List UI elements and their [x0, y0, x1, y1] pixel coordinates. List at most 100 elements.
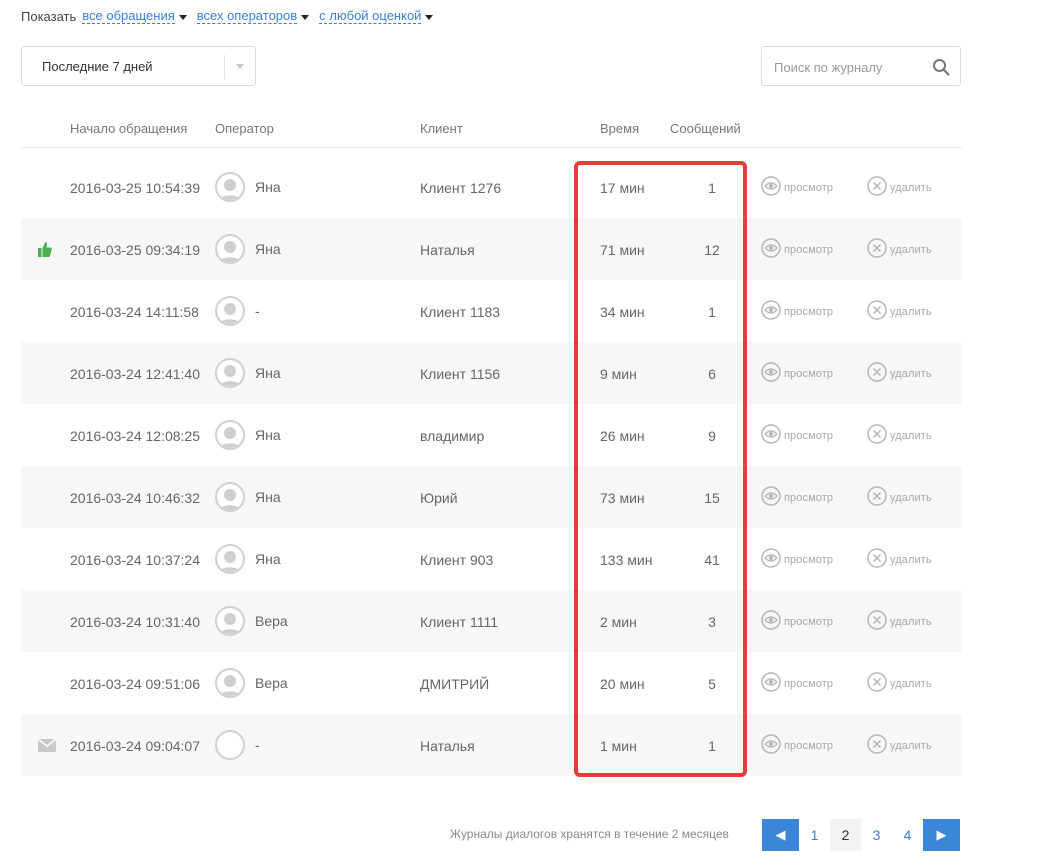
delete-label[interactable]: удалить: [890, 616, 932, 628]
operator-filter-dropdown[interactable]: всех операторов: [196, 8, 298, 24]
column-time[interactable]: Время: [600, 121, 639, 136]
column-operator[interactable]: Оператор: [215, 121, 274, 136]
eye-icon[interactable]: [761, 176, 781, 199]
eye-icon[interactable]: [761, 548, 781, 571]
view-button[interactable]: просмотр: [761, 300, 833, 323]
table-row[interactable]: 2016-03-24 12:41:40 Яна Клиент 1156 9 мин 6 п…: [21, 342, 962, 404]
view-button[interactable]: просмотр: [761, 176, 833, 199]
search-icon[interactable]: [932, 58, 950, 79]
delete-button[interactable]: удалить: [867, 238, 932, 261]
delete-label[interactable]: удалить: [890, 306, 932, 318]
close-icon[interactable]: [867, 734, 887, 757]
column-start[interactable]: Начало обращения: [70, 121, 187, 136]
page-4-link[interactable]: 4: [892, 819, 923, 851]
delete-label[interactable]: удалить: [890, 182, 932, 194]
column-client[interactable]: Клиент: [420, 121, 463, 136]
caret-down-icon[interactable]: [301, 14, 310, 20]
delete-label[interactable]: удалить: [890, 740, 932, 752]
view-label[interactable]: просмотр: [784, 554, 833, 566]
close-icon[interactable]: [867, 486, 887, 509]
caret-down-icon[interactable]: [425, 14, 434, 20]
table-row[interactable]: 2016-03-24 10:31:40 Вера Клиент 1111 2 мин 3…: [21, 590, 962, 652]
table-row[interactable]: 2016-03-24 09:04:07 - Наталья 1 мин 1 просмот…: [21, 714, 962, 776]
duration-cell: 34 мин: [600, 304, 645, 320]
next-page-button[interactable]: ▶: [923, 819, 960, 851]
view-button[interactable]: просмотр: [761, 486, 833, 509]
operator-avatar: [215, 234, 245, 264]
messages-count-cell: 3: [708, 614, 716, 630]
delete-label[interactable]: удалить: [890, 492, 932, 504]
request-filter-dropdown[interactable]: все обращения: [82, 8, 175, 24]
table-row[interactable]: 2016-03-24 14:11:58 - Клиент 1183 34 мин 1 пр…: [21, 280, 962, 342]
prev-page-button[interactable]: ◀: [762, 819, 799, 851]
close-icon[interactable]: [867, 238, 887, 261]
eye-icon[interactable]: [761, 734, 781, 757]
view-button[interactable]: просмотр: [761, 610, 833, 633]
delete-button[interactable]: удалить: [867, 486, 932, 509]
table-row[interactable]: 2016-03-24 10:46:32 Яна Юрий 73 мин 15 просмо…: [21, 466, 962, 528]
eye-icon[interactable]: [761, 238, 781, 261]
delete-label[interactable]: удалить: [890, 244, 932, 256]
eye-icon[interactable]: [761, 672, 781, 695]
close-icon[interactable]: [867, 362, 887, 385]
delete-button[interactable]: удалить: [867, 548, 932, 571]
delete-button[interactable]: удалить: [867, 672, 932, 695]
view-label[interactable]: просмотр: [784, 182, 833, 194]
view-button[interactable]: просмотр: [761, 362, 833, 385]
view-label[interactable]: просмотр: [784, 244, 833, 256]
eye-icon[interactable]: [761, 424, 781, 447]
column-messages[interactable]: Сообщений: [670, 121, 741, 136]
close-icon[interactable]: [867, 672, 887, 695]
delete-label[interactable]: удалить: [890, 554, 932, 566]
period-select[interactable]: Последние 7 дней: [21, 46, 256, 86]
client-cell: Наталья: [420, 738, 475, 754]
chevron-down-icon[interactable]: [236, 64, 244, 69]
view-button[interactable]: просмотр: [761, 424, 833, 447]
delete-label[interactable]: удалить: [890, 678, 932, 690]
view-label[interactable]: просмотр: [784, 740, 833, 752]
search-input[interactable]: [774, 57, 924, 77]
close-icon[interactable]: [867, 610, 887, 633]
delete-button[interactable]: удалить: [867, 610, 932, 633]
view-label[interactable]: просмотр: [784, 368, 833, 380]
view-label[interactable]: просмотр: [784, 430, 833, 442]
close-icon[interactable]: [867, 548, 887, 571]
view-label[interactable]: просмотр: [784, 678, 833, 690]
duration-cell: 71 мин: [600, 242, 645, 258]
rating-filter-dropdown[interactable]: с любой оценкой: [319, 8, 422, 24]
view-label[interactable]: просмотр: [784, 306, 833, 318]
operator-avatar: [215, 482, 245, 512]
table-row[interactable]: 2016-03-24 12:08:25 Яна владимир 26 мин 9 про…: [21, 404, 962, 466]
caret-down-icon[interactable]: [178, 14, 187, 20]
delete-label[interactable]: удалить: [890, 430, 932, 442]
eye-icon[interactable]: [761, 300, 781, 323]
operator-avatar: [215, 668, 245, 698]
eye-icon[interactable]: [761, 362, 781, 385]
delete-button[interactable]: удалить: [867, 734, 932, 757]
operator-name: Вера: [255, 613, 288, 629]
view-button[interactable]: просмотр: [761, 672, 833, 695]
delete-button[interactable]: удалить: [867, 362, 932, 385]
eye-icon[interactable]: [761, 486, 781, 509]
view-label[interactable]: просмотр: [784, 492, 833, 504]
close-icon[interactable]: [867, 176, 887, 199]
table-row[interactable]: 2016-03-25 10:54:39 Яна Клиент 1276 17 мин 1…: [21, 156, 962, 218]
close-icon[interactable]: [867, 300, 887, 323]
view-button[interactable]: просмотр: [761, 238, 833, 261]
table-row[interactable]: 2016-03-24 10:37:24 Яна Клиент 903 133 мин 4…: [21, 528, 962, 590]
eye-icon[interactable]: [761, 610, 781, 633]
delete-button[interactable]: удалить: [867, 424, 932, 447]
delete-button[interactable]: удалить: [867, 300, 932, 323]
delete-button[interactable]: удалить: [867, 176, 932, 199]
delete-label[interactable]: удалить: [890, 368, 932, 380]
page-1-link[interactable]: 1: [799, 819, 830, 851]
close-icon[interactable]: [867, 424, 887, 447]
table-row[interactable]: 2016-03-25 09:34:19 Яна Наталья 71 мин 12 про…: [21, 218, 962, 280]
duration-cell: 2 мин: [600, 614, 637, 630]
page-2-link[interactable]: 2: [830, 819, 861, 851]
page-3-link[interactable]: 3: [861, 819, 892, 851]
view-label[interactable]: просмотр: [784, 616, 833, 628]
table-row[interactable]: 2016-03-24 09:51:06 Вера ДМИТРИЙ 20 мин 5 про…: [21, 652, 962, 714]
view-button[interactable]: просмотр: [761, 548, 833, 571]
view-button[interactable]: просмотр: [761, 734, 833, 757]
